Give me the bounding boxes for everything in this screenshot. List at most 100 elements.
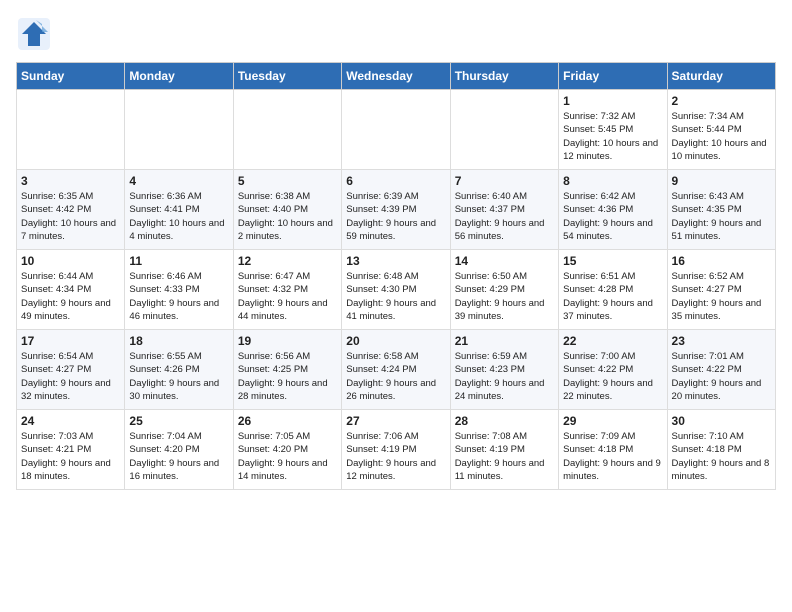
day-number: 9	[672, 174, 771, 188]
day-info: Sunrise: 6:46 AM Sunset: 4:33 PM Dayligh…	[129, 270, 228, 323]
day-number: 21	[455, 334, 554, 348]
day-info: Sunrise: 6:35 AM Sunset: 4:42 PM Dayligh…	[21, 190, 120, 243]
day-number: 29	[563, 414, 662, 428]
calendar-cell	[450, 90, 558, 170]
day-info: Sunrise: 6:52 AM Sunset: 4:27 PM Dayligh…	[672, 270, 771, 323]
calendar-cell: 16Sunrise: 6:52 AM Sunset: 4:27 PM Dayli…	[667, 250, 775, 330]
day-info: Sunrise: 6:38 AM Sunset: 4:40 PM Dayligh…	[238, 190, 337, 243]
day-info: Sunrise: 6:42 AM Sunset: 4:36 PM Dayligh…	[563, 190, 662, 243]
day-number: 23	[672, 334, 771, 348]
calendar-cell: 7 Sunrise: 6:40 AM Sunset: 4:37 PM Daylig…	[450, 170, 558, 250]
week-row-0: 1 Sunrise: 7:32 AM Sunset: 5:45 PM Daylig…	[17, 90, 776, 170]
calendar-cell: 28 Sunrise: 7:08 AM Sunset: 4:19 PM Dayli…	[450, 410, 558, 490]
day-number: 22	[563, 334, 662, 348]
day-number: 26	[238, 414, 337, 428]
calendar-cell: 11Sunrise: 6:46 AM Sunset: 4:33 PM Dayli…	[125, 250, 233, 330]
calendar-cell: 8 Sunrise: 6:42 AM Sunset: 4:36 PM Daylig…	[559, 170, 667, 250]
day-info: Sunrise: 6:40 AM Sunset: 4:37 PM Dayligh…	[455, 190, 554, 243]
weekday-header-sunday: Sunday	[17, 63, 125, 90]
calendar-cell: 1 Sunrise: 7:32 AM Sunset: 5:45 PM Daylig…	[559, 90, 667, 170]
day-info: Sunrise: 6:58 AM Sunset: 4:24 PM Dayligh…	[346, 350, 445, 403]
logo-icon	[16, 16, 52, 52]
week-row-4: 24 Sunrise: 7:03 AM Sunset: 4:21 PM Dayli…	[17, 410, 776, 490]
calendar-cell	[233, 90, 341, 170]
calendar-header: SundayMondayTuesdayWednesdayThursdayFrid…	[17, 63, 776, 90]
day-info: Sunrise: 6:39 AM Sunset: 4:39 PM Dayligh…	[346, 190, 445, 243]
calendar-cell: 25 Sunrise: 7:04 AM Sunset: 4:20 PM Dayli…	[125, 410, 233, 490]
day-info: Sunrise: 6:50 AM Sunset: 4:29 PM Dayligh…	[455, 270, 554, 323]
day-number: 4	[129, 174, 228, 188]
calendar-cell	[342, 90, 450, 170]
day-info: Sunrise: 7:32 AM Sunset: 5:45 PM Dayligh…	[563, 110, 662, 163]
day-number: 18	[129, 334, 228, 348]
calendar-cell: 13 Sunrise: 6:48 AM Sunset: 4:30 PM Dayli…	[342, 250, 450, 330]
weekday-header-saturday: Saturday	[667, 63, 775, 90]
day-info: Sunrise: 7:00 AM Sunset: 4:22 PM Dayligh…	[563, 350, 662, 403]
day-number: 5	[238, 174, 337, 188]
calendar-cell	[17, 90, 125, 170]
calendar-cell: 14 Sunrise: 6:50 AM Sunset: 4:29 PM Dayli…	[450, 250, 558, 330]
day-info: Sunrise: 7:03 AM Sunset: 4:21 PM Dayligh…	[21, 430, 120, 483]
day-info: Sunrise: 7:06 AM Sunset: 4:19 PM Dayligh…	[346, 430, 445, 483]
calendar-cell: 29 Sunrise: 7:09 AM Sunset: 4:18 PM Dayli…	[559, 410, 667, 490]
calendar-cell: 15 Sunrise: 6:51 AM Sunset: 4:28 PM Dayli…	[559, 250, 667, 330]
logo	[16, 16, 56, 52]
week-row-1: 3 Sunrise: 6:35 AM Sunset: 4:42 PM Daylig…	[17, 170, 776, 250]
day-info: Sunrise: 6:44 AM Sunset: 4:34 PM Dayligh…	[21, 270, 120, 323]
day-info: Sunrise: 7:10 AM Sunset: 4:18 PM Dayligh…	[672, 430, 771, 483]
header	[16, 16, 776, 52]
calendar-cell: 26 Sunrise: 7:05 AM Sunset: 4:20 PM Dayli…	[233, 410, 341, 490]
calendar-cell: 27Sunrise: 7:06 AM Sunset: 4:19 PM Dayli…	[342, 410, 450, 490]
day-info: Sunrise: 7:34 AM Sunset: 5:44 PM Dayligh…	[672, 110, 771, 163]
week-row-2: 10Sunrise: 6:44 AM Sunset: 4:34 PM Dayli…	[17, 250, 776, 330]
day-info: Sunrise: 6:43 AM Sunset: 4:35 PM Dayligh…	[672, 190, 771, 243]
day-number: 13	[346, 254, 445, 268]
day-info: Sunrise: 6:59 AM Sunset: 4:23 PM Dayligh…	[455, 350, 554, 403]
day-info: Sunrise: 6:54 AM Sunset: 4:27 PM Dayligh…	[21, 350, 120, 403]
calendar-cell: 5 Sunrise: 6:38 AM Sunset: 4:40 PM Daylig…	[233, 170, 341, 250]
day-info: Sunrise: 7:09 AM Sunset: 4:18 PM Dayligh…	[563, 430, 662, 483]
day-number: 14	[455, 254, 554, 268]
calendar-cell: 24 Sunrise: 7:03 AM Sunset: 4:21 PM Dayli…	[17, 410, 125, 490]
calendar-cell: 22 Sunrise: 7:00 AM Sunset: 4:22 PM Dayli…	[559, 330, 667, 410]
day-info: Sunrise: 7:08 AM Sunset: 4:19 PM Dayligh…	[455, 430, 554, 483]
day-number: 7	[455, 174, 554, 188]
day-info: Sunrise: 6:47 AM Sunset: 4:32 PM Dayligh…	[238, 270, 337, 323]
calendar-cell: 17Sunrise: 6:54 AM Sunset: 4:27 PM Dayli…	[17, 330, 125, 410]
weekday-header-monday: Monday	[125, 63, 233, 90]
day-info: Sunrise: 7:01 AM Sunset: 4:22 PM Dayligh…	[672, 350, 771, 403]
weekday-header-friday: Friday	[559, 63, 667, 90]
day-info: Sunrise: 7:05 AM Sunset: 4:20 PM Dayligh…	[238, 430, 337, 483]
calendar-cell: 9 Sunrise: 6:43 AM Sunset: 4:35 PM Daylig…	[667, 170, 775, 250]
day-number: 3	[21, 174, 120, 188]
calendar-cell: 19 Sunrise: 6:56 AM Sunset: 4:25 PM Dayli…	[233, 330, 341, 410]
calendar-cell: 18 Sunrise: 6:55 AM Sunset: 4:26 PM Dayli…	[125, 330, 233, 410]
day-number: 28	[455, 414, 554, 428]
calendar-cell: 30Sunrise: 7:10 AM Sunset: 4:18 PM Dayli…	[667, 410, 775, 490]
calendar-cell: 6Sunrise: 6:39 AM Sunset: 4:39 PM Daylig…	[342, 170, 450, 250]
day-info: Sunrise: 6:36 AM Sunset: 4:41 PM Dayligh…	[129, 190, 228, 243]
day-info: Sunrise: 6:51 AM Sunset: 4:28 PM Dayligh…	[563, 270, 662, 323]
day-number: 15	[563, 254, 662, 268]
calendar-cell: 23 Sunrise: 7:01 AM Sunset: 4:22 PM Dayli…	[667, 330, 775, 410]
day-info: Sunrise: 6:48 AM Sunset: 4:30 PM Dayligh…	[346, 270, 445, 323]
day-number: 20	[346, 334, 445, 348]
weekday-header-row: SundayMondayTuesdayWednesdayThursdayFrid…	[17, 63, 776, 90]
calendar-table: SundayMondayTuesdayWednesdayThursdayFrid…	[16, 62, 776, 490]
day-number: 1	[563, 94, 662, 108]
calendar-cell: 2Sunrise: 7:34 AM Sunset: 5:44 PM Daylig…	[667, 90, 775, 170]
calendar-cell: 20 Sunrise: 6:58 AM Sunset: 4:24 PM Dayli…	[342, 330, 450, 410]
day-info: Sunrise: 6:56 AM Sunset: 4:25 PM Dayligh…	[238, 350, 337, 403]
weekday-header-wednesday: Wednesday	[342, 63, 450, 90]
day-info: Sunrise: 7:04 AM Sunset: 4:20 PM Dayligh…	[129, 430, 228, 483]
day-number: 12	[238, 254, 337, 268]
calendar-cell: 21 Sunrise: 6:59 AM Sunset: 4:23 PM Dayli…	[450, 330, 558, 410]
day-number: 19	[238, 334, 337, 348]
calendar-cell	[125, 90, 233, 170]
day-info: Sunrise: 6:55 AM Sunset: 4:26 PM Dayligh…	[129, 350, 228, 403]
day-number: 24	[21, 414, 120, 428]
day-number: 8	[563, 174, 662, 188]
calendar-cell: 10Sunrise: 6:44 AM Sunset: 4:34 PM Dayli…	[17, 250, 125, 330]
calendar-body: 1 Sunrise: 7:32 AM Sunset: 5:45 PM Daylig…	[17, 90, 776, 490]
day-number: 25	[129, 414, 228, 428]
